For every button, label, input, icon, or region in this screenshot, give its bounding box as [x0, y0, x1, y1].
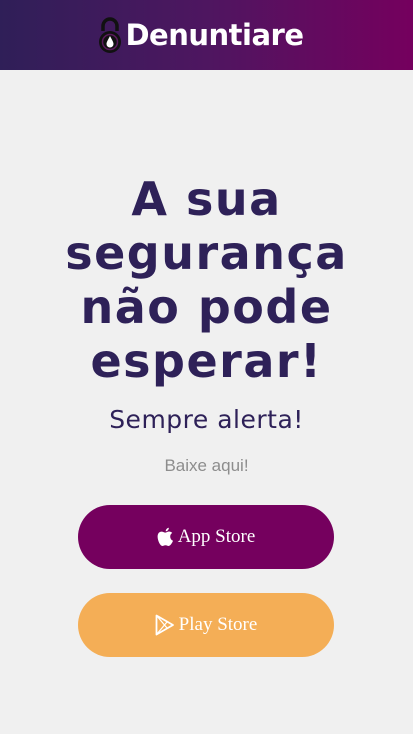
hero-tagline: Sempre alerta! [109, 405, 304, 434]
brand-logo[interactable]: Denuntiare [97, 15, 304, 55]
landing-page: Denuntiare A sua segurança não pode espe… [0, 0, 413, 734]
hero-title: A sua segurança não pode esperar! [65, 172, 348, 388]
apple-icon [157, 527, 174, 547]
play-store-icon [155, 614, 175, 636]
play-store-label: Play Store [178, 614, 258, 635]
padlock-icon [97, 15, 123, 55]
navbar: Denuntiare [0, 0, 413, 70]
app-store-label: App Store [177, 526, 256, 547]
play-store-button[interactable]: Play Store [78, 593, 334, 657]
download-hint: Baixe aqui! [164, 456, 249, 475]
brand-name: Denuntiare [125, 17, 304, 52]
app-store-button[interactable]: App Store [78, 505, 334, 569]
